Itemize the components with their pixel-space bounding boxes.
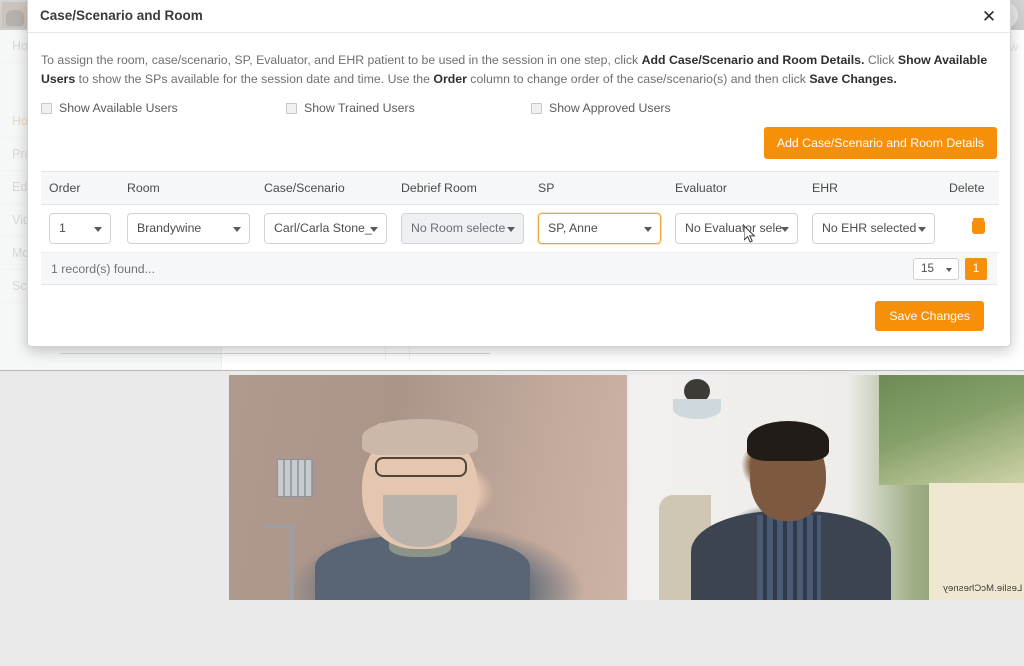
instructions-part2: Click	[864, 53, 897, 67]
ehr-select[interactable]: No EHR selected	[812, 213, 935, 244]
close-icon[interactable]: ✕	[978, 5, 1000, 27]
pager: 15 1	[913, 258, 987, 280]
avatar	[2, 2, 28, 28]
checkbox-label: Show Trained Users	[304, 101, 415, 115]
record-count-label: 1 record(s) found...	[51, 262, 155, 276]
iv-pole	[289, 525, 293, 600]
cell-case-scenario: Carl/Carla Stone_	[256, 205, 393, 253]
add-case-scenario-and-room-details-button[interactable]: Add Case/Scenario and Room Details	[764, 127, 997, 159]
page-number-1-button[interactable]: 1	[965, 258, 987, 280]
modal-title: Case/Scenario and Room	[40, 8, 203, 23]
cell-evaluator: No Evaluator sele	[667, 205, 804, 253]
cell-ehr: No EHR selected	[804, 205, 941, 253]
checkbox-show-available-users[interactable]: Show Available Users	[41, 101, 286, 115]
add-button-row: Add Case/Scenario and Room Details	[41, 127, 997, 159]
save-row: Save Changes	[41, 285, 997, 331]
case-scenario-table: Order Room Case/Scenario Debrief Room SP…	[41, 171, 999, 253]
cell-sp: SP, Anne	[530, 205, 667, 253]
instructions-part4: column to change order of the case/scena…	[467, 72, 809, 86]
column-header-delete: Delete	[941, 172, 999, 205]
window-view	[879, 375, 1024, 485]
background-no-records-rule	[60, 353, 490, 354]
column-header-ehr: EHR	[804, 172, 941, 205]
modal-body: To assign the room, case/scenario, SP, E…	[28, 33, 1010, 331]
radiator	[277, 459, 313, 497]
page-root: Hom Hom Pra Edi Vid Mo Sco iew No record…	[0, 0, 1024, 666]
case-scenario-select[interactable]: Carl/Carla Stone_	[264, 213, 387, 244]
participant-hair	[362, 419, 478, 455]
lamp-shade	[673, 399, 721, 419]
video-watermark: Leslie.McChesney	[943, 583, 1022, 594]
checkbox-box-icon[interactable]	[286, 103, 297, 114]
order-select[interactable]: 1	[49, 213, 111, 244]
instructions-bold1: Add Case/Scenario and Room Details.	[642, 53, 865, 67]
column-header-sp: SP	[530, 172, 667, 205]
instructions-part1: To assign the room, case/scenario, SP, E…	[41, 53, 642, 67]
trash-icon[interactable]	[972, 218, 985, 234]
table-header-row: Order Room Case/Scenario Debrief Room SP…	[41, 172, 999, 205]
checkbox-label: Show Approved Users	[549, 101, 671, 115]
checkbox-box-icon[interactable]	[531, 103, 542, 114]
case-scenario-and-room-modal: Case/Scenario and Room ✕ To assign the r…	[27, 0, 1011, 347]
instructions-part3: to show the SPs available for the sessio…	[75, 72, 433, 86]
checkbox-label: Show Available Users	[59, 101, 178, 115]
room-select[interactable]: Brandywine	[127, 213, 250, 244]
instructions-bold4: Save Changes.	[809, 72, 896, 86]
participant-shirt	[757, 515, 821, 600]
cell-room: Brandywine	[119, 205, 256, 253]
evaluator-select[interactable]: No Evaluator sele	[675, 213, 798, 244]
column-header-evaluator: Evaluator	[667, 172, 804, 205]
participant-hair	[747, 421, 829, 461]
column-header-case-scenario: Case/Scenario	[256, 172, 393, 205]
video-pane-participant-right[interactable]: Leslie.McChesney	[629, 375, 1024, 600]
save-changes-button[interactable]: Save Changes	[875, 301, 984, 331]
instructions-bold3: Order	[433, 72, 467, 86]
video-pane-participant-left[interactable]	[229, 375, 627, 600]
cell-delete	[941, 205, 999, 253]
column-header-order: Order	[41, 172, 119, 205]
table-head: Order Room Case/Scenario Debrief Room SP…	[41, 172, 999, 205]
modal-header: Case/Scenario and Room ✕	[28, 0, 1010, 33]
debrief-room-select[interactable]: No Room selecte	[401, 213, 524, 244]
checkbox-box-icon[interactable]	[41, 103, 52, 114]
participant-glasses	[375, 457, 467, 477]
page-size-select[interactable]: 15	[913, 258, 959, 280]
sp-select[interactable]: SP, Anne	[538, 213, 661, 244]
column-header-room: Room	[119, 172, 256, 205]
checkbox-show-approved-users[interactable]: Show Approved Users	[531, 101, 671, 115]
cell-order: 1	[41, 205, 119, 253]
table-body: 1 Brandywine Carl/Carla Stone_ No Room s…	[41, 205, 999, 253]
user-filter-checkbox-row: Show Available Users Show Trained Users …	[41, 101, 997, 115]
video-strip: Leslie.McChesney	[0, 370, 1024, 666]
instructions-text: To assign the room, case/scenario, SP, E…	[41, 51, 997, 89]
checkbox-show-trained-users[interactable]: Show Trained Users	[286, 101, 531, 115]
cell-debrief-room: No Room selecte	[393, 205, 530, 253]
table-row: 1 Brandywine Carl/Carla Stone_ No Room s…	[41, 205, 999, 253]
column-header-debrief-room: Debrief Room	[393, 172, 530, 205]
participant-beard	[383, 495, 457, 547]
table-footer: 1 record(s) found... 15 1	[41, 253, 997, 285]
